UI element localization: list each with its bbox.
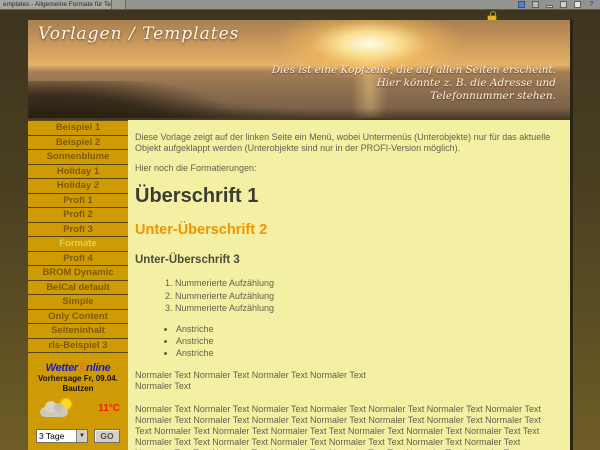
header-tagline: Dies ist eine Kopfzeile, die auf allen S… bbox=[272, 64, 556, 103]
weather-controls: 3 Tage ▼ GO bbox=[28, 429, 128, 443]
sidebar-item-holiday-2[interactable]: Holiday 2 bbox=[28, 179, 128, 194]
logo-o-icon: O bbox=[78, 362, 86, 374]
browser-window: emplates - Allgemeine Formate für Texte … bbox=[0, 0, 600, 450]
partly-cloudy-icon bbox=[40, 399, 74, 419]
bullet-list: Anstriche Anstriche Anstriche bbox=[135, 323, 554, 359]
logo-text: Wetter bbox=[46, 362, 78, 374]
sidebar-item-beispiel-2[interactable]: Beispiel 2 bbox=[28, 136, 128, 151]
sidebar-item-profi-2[interactable]: Profi 2 bbox=[28, 208, 128, 223]
formats-intro: Hier noch die Formatierungen: bbox=[135, 163, 554, 174]
sidebar-item-belcal-default[interactable]: BelCal default bbox=[28, 281, 128, 296]
select-value: 3 Tage bbox=[39, 431, 64, 441]
tagline-line: Telefonnummer stehen. bbox=[272, 90, 556, 103]
sidebar-item-formate[interactable]: Formate bbox=[28, 237, 128, 252]
numbered-list-item: Nummerierte Aufzählung bbox=[175, 302, 554, 315]
weather-widget: WetterOnline Vorhersage Fr, 09.04. Bautz… bbox=[28, 353, 128, 450]
forecast-range-select[interactable]: 3 Tage ▼ bbox=[36, 429, 88, 443]
page-icon[interactable] bbox=[574, 1, 581, 8]
go-button[interactable]: GO bbox=[94, 429, 120, 443]
logo-text: nline bbox=[86, 362, 110, 374]
browser-toolbar: ? bbox=[518, 0, 600, 9]
tagline-line: Hier könnte z. B. die Adresse und bbox=[272, 77, 556, 90]
normal-text-block: Normaler Text Normaler Text Normaler Tex… bbox=[135, 370, 554, 392]
intro-paragraph: Diese Vorlage zeigt auf der linken Seite… bbox=[135, 132, 554, 154]
numbered-list-item: Nummerierte Aufzählung bbox=[175, 290, 554, 303]
main-row: Beispiel 1 Beispiel 2 Sonnenblume Holida… bbox=[28, 120, 570, 450]
sidebar-item-beispiel-1[interactable]: Beispiel 1 bbox=[28, 121, 128, 136]
normal-text-line: Normaler Text bbox=[135, 381, 554, 392]
forecast-label: Vorhersage Fr, 09.04. bbox=[28, 374, 128, 384]
sidebar-menu: Beispiel 1 Beispiel 2 Sonnenblume Holida… bbox=[28, 120, 128, 450]
header-image: Vorlagen / Templates Dies ist eine Kopfz… bbox=[28, 20, 570, 118]
bullet-list-item: Anstriche bbox=[176, 347, 554, 359]
sidebar-item-sonnenblume[interactable]: Sonnenblume bbox=[28, 150, 128, 165]
browser-tab-stub[interactable] bbox=[112, 0, 126, 9]
page-background: Vorlagen / Templates Dies ist eine Kopfz… bbox=[0, 10, 600, 450]
numbered-list: Nummerierte Aufzählung Nummerierte Aufzä… bbox=[135, 277, 554, 315]
normal-text-line: Normaler Text Normaler Text Normaler Tex… bbox=[135, 370, 554, 381]
bullet-list-item: Anstriche bbox=[176, 335, 554, 347]
help-icon[interactable]: ? bbox=[588, 1, 595, 8]
sidebar-item-seiteninhalt[interactable]: Seiteninhalt bbox=[28, 324, 128, 339]
sidebar-item-profi-1[interactable]: Profi 1 bbox=[28, 194, 128, 209]
window-icon[interactable] bbox=[560, 1, 567, 8]
numbered-list-item: Nummerierte Aufzählung bbox=[175, 277, 554, 290]
weather-condition-row: 11°C bbox=[28, 397, 128, 423]
bullet-list-item: Anstriche bbox=[176, 323, 554, 335]
heading-2: Unter-Überschrift 2 bbox=[135, 222, 554, 238]
sidebar-item-only-content[interactable]: Only Content bbox=[28, 310, 128, 325]
sidebar-item-brom-dynamic[interactable]: BROM Dynamic bbox=[28, 266, 128, 281]
site-title: Vorlagen / Templates bbox=[38, 24, 239, 44]
tagline-line: Dies ist eine Kopfzeile, die auf allen S… bbox=[272, 64, 556, 77]
sidebar-item-profi-3[interactable]: Profi 3 bbox=[28, 223, 128, 238]
browser-tab[interactable]: emplates - Allgemeine Formate für Texte … bbox=[0, 0, 112, 9]
forecast-city: Bautzen bbox=[28, 384, 128, 394]
site-frame: Vorlagen / Templates Dies ist eine Kopfz… bbox=[28, 20, 573, 450]
copy-icon[interactable] bbox=[532, 1, 539, 8]
heading-1: Überschrift 1 bbox=[135, 185, 554, 207]
sidebar-item-rls-beispiel-3[interactable]: rls-Beispiel 3 bbox=[28, 339, 128, 354]
content-area: Diese Vorlage zeigt auf der linken Seite… bbox=[128, 120, 570, 450]
titlebar-spacer bbox=[126, 0, 518, 9]
normal-text-paragraph: Normaler Text Normaler Text Normaler Tex… bbox=[135, 404, 554, 450]
sidebar-item-simple[interactable]: Simple bbox=[28, 295, 128, 310]
chevron-down-icon[interactable]: ▼ bbox=[76, 430, 87, 442]
sidebar-item-holiday-1[interactable]: Holiday 1 bbox=[28, 165, 128, 180]
browser-titlebar: emplates - Allgemeine Formate für Texte … bbox=[0, 0, 600, 10]
minimize-icon[interactable] bbox=[546, 5, 553, 8]
wetteronline-logo[interactable]: WetterOnline bbox=[28, 362, 128, 374]
printer-icon[interactable] bbox=[518, 1, 525, 8]
heading-3: Unter-Überschrift 3 bbox=[135, 254, 554, 267]
temperature-value: 11°C bbox=[98, 403, 120, 414]
cloud-icon bbox=[40, 407, 68, 417]
sidebar-item-profi-4[interactable]: Profi 4 bbox=[28, 252, 128, 267]
